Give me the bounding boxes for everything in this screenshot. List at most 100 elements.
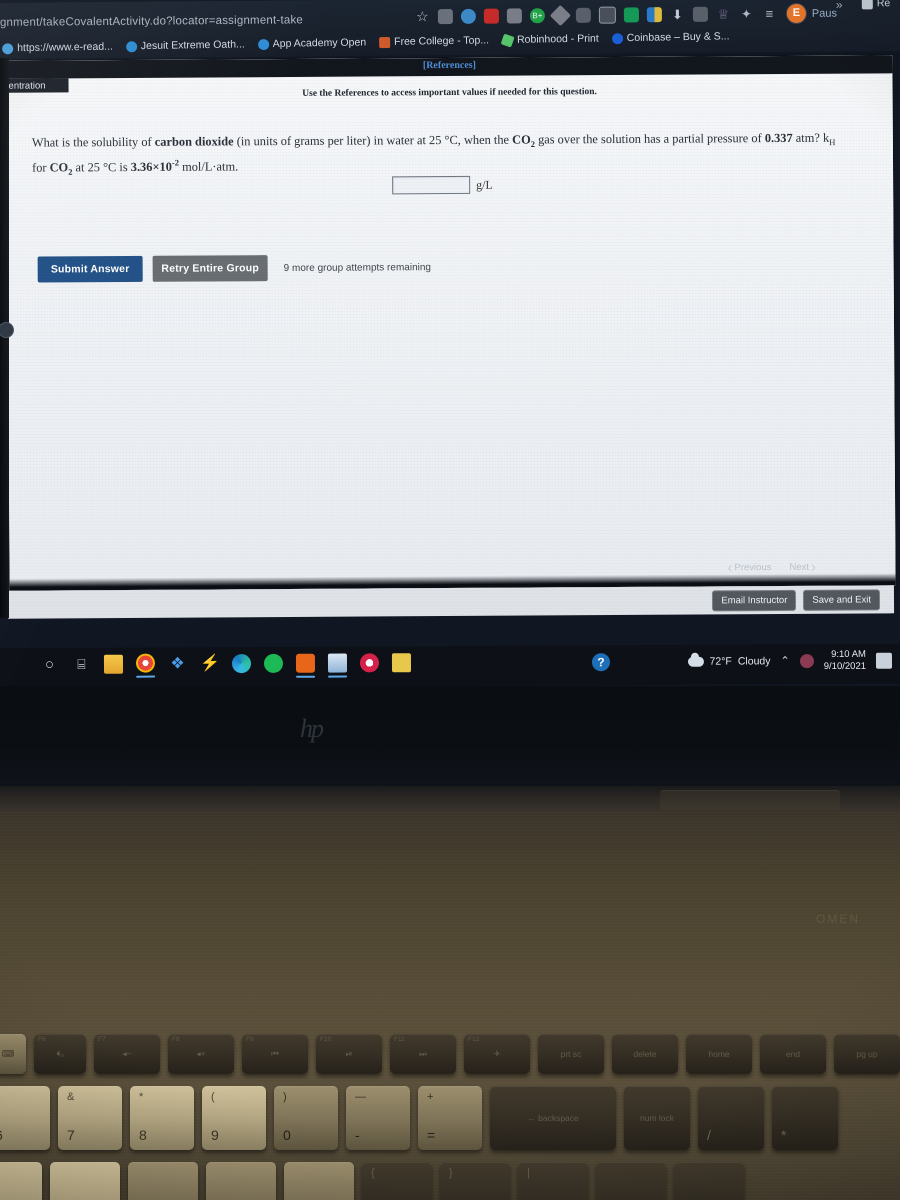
key-[interactable]: {[ bbox=[362, 1162, 432, 1200]
key-backspace[interactable]: ← backspace bbox=[490, 1086, 616, 1150]
key-[interactable]: F11 ⏭ bbox=[390, 1034, 456, 1074]
brave-browser-icon[interactable] bbox=[295, 653, 316, 678]
key-[interactable]: ⌨ bbox=[0, 1034, 26, 1074]
key-[interactable]: F12 ✈ bbox=[464, 1034, 530, 1074]
key-[interactable]: }] bbox=[440, 1162, 510, 1200]
notifications-icon[interactable] bbox=[875, 652, 893, 669]
grammarly-icon[interactable]: B+ bbox=[529, 8, 545, 24]
previous-question-link[interactable]: ‹ Previous bbox=[727, 559, 771, 576]
chrome-icon[interactable] bbox=[135, 653, 156, 678]
save-and-exit-button[interactable]: Save and Exit bbox=[803, 589, 881, 611]
retry-entire-group-button[interactable]: Retry Entire Group bbox=[152, 255, 268, 282]
weather-widget[interactable]: 72°F Cloudy bbox=[687, 655, 771, 668]
extensions-puzzle-icon[interactable]: ✦ bbox=[739, 6, 754, 21]
show-hidden-icons-chevron-icon[interactable]: ⌃ bbox=[780, 655, 789, 668]
next-question-link[interactable]: Next › bbox=[789, 559, 816, 576]
avatar[interactable]: E bbox=[785, 2, 807, 25]
key-i[interactable]: I bbox=[128, 1162, 198, 1200]
profile-chip[interactable]: E Paus bbox=[785, 2, 837, 25]
cloud-icon bbox=[687, 656, 704, 667]
key-8[interactable]: * 8 bbox=[130, 1086, 194, 1150]
bookmark-app-academy-open[interactable]: App Academy Open bbox=[257, 36, 366, 50]
key-label: num lock bbox=[639, 1113, 674, 1123]
key-[interactable]: F9 ⏮ bbox=[242, 1034, 308, 1074]
lock-app-icon[interactable] bbox=[391, 653, 412, 673]
extension-grey2-icon[interactable] bbox=[692, 6, 708, 22]
answer-input[interactable] bbox=[392, 175, 471, 195]
extension-blue-yellow-icon[interactable] bbox=[646, 7, 662, 23]
bookmark-star-icon[interactable]: ☆ bbox=[415, 8, 430, 24]
taskbar-icon-group: ○ ⌸ ❖ ⚡ bbox=[40, 653, 412, 678]
bolt-app-icon[interactable]: ⚡ bbox=[200, 654, 220, 673]
key-[interactable]: F6 ⏴₀ bbox=[34, 1034, 86, 1074]
help-icon[interactable]: ? bbox=[591, 653, 611, 672]
cortana-search-icon[interactable]: ○ bbox=[40, 655, 59, 674]
question-line2-co2: CO2 bbox=[50, 160, 73, 176]
bookmark-free-college[interactable]: Free College - Top... bbox=[379, 34, 489, 48]
key-home[interactable]: home bbox=[686, 1034, 752, 1074]
submit-answer-button[interactable]: Submit Answer bbox=[37, 255, 143, 283]
key-label: 9 bbox=[211, 1127, 219, 1143]
key-[interactable]: * bbox=[772, 1086, 838, 1150]
key-[interactable]: F8 ◂+ bbox=[168, 1034, 234, 1074]
picture-in-picture-icon[interactable] bbox=[598, 6, 616, 24]
key-pg-up[interactable]: pg up bbox=[834, 1034, 900, 1074]
key-[interactable]: F7 ◂− bbox=[94, 1034, 160, 1074]
key-7[interactable]: 7home bbox=[596, 1162, 666, 1200]
microsoft-edge-icon[interactable] bbox=[231, 654, 252, 674]
key-[interactable]: / bbox=[698, 1086, 764, 1150]
key-delete[interactable]: delete bbox=[612, 1034, 678, 1074]
key-u[interactable]: U bbox=[50, 1162, 120, 1200]
key-label: pg up bbox=[856, 1049, 878, 1059]
key-y[interactable]: Y bbox=[0, 1162, 42, 1200]
key-o[interactable]: O bbox=[206, 1162, 276, 1200]
question-line2-part-2: at 25 °C is bbox=[72, 160, 131, 175]
bookmark-e-read[interactable]: https://www.e-read... bbox=[2, 41, 113, 55]
clock-time: 9:10 AM bbox=[831, 648, 866, 661]
key-9[interactable]: (9 bbox=[202, 1086, 266, 1150]
extension-diamond-icon[interactable] bbox=[549, 4, 572, 27]
honey-icon[interactable]: ♕ bbox=[716, 7, 731, 22]
bookmark-robinhood-print[interactable]: Robinhood - Print bbox=[500, 33, 599, 48]
key-[interactable]: + = bbox=[418, 1086, 482, 1150]
system-tray: 72°F Cloudy ⌃ 9:10 AM 9/10/2021 bbox=[687, 649, 893, 674]
key-8[interactable]: 8↑ bbox=[674, 1162, 744, 1200]
tray-status-icon[interactable] bbox=[799, 653, 814, 669]
address-bar-url[interactable]: gnment/takeCovalentActivity.do?locator=a… bbox=[0, 14, 303, 29]
extension-grey-icon[interactable] bbox=[506, 8, 522, 24]
key-label: ⌨ bbox=[1, 1048, 15, 1059]
key-[interactable]: F10 ⏯ bbox=[316, 1034, 382, 1074]
bookmark-jesuit-extreme-oath[interactable]: Jesuit Extreme Oath... bbox=[125, 38, 245, 52]
spotify-icon[interactable] bbox=[263, 653, 284, 673]
key-0[interactable]: ) 0 bbox=[274, 1086, 338, 1150]
key-[interactable]: |\ bbox=[518, 1162, 588, 1200]
key-6[interactable]: ^6 bbox=[0, 1086, 50, 1150]
key-alt-label: + bbox=[427, 1091, 434, 1103]
key-prt-sc[interactable]: prt sc bbox=[538, 1034, 604, 1074]
clock[interactable]: 9:10 AM 9/10/2021 bbox=[824, 649, 866, 673]
key-[interactable]: — - bbox=[346, 1086, 410, 1150]
bookmarks-overflow-icon[interactable]: » bbox=[836, 0, 843, 12]
opera-icon[interactable] bbox=[359, 653, 380, 673]
bookmark-coinbase[interactable]: Coinbase – Buy & S... bbox=[611, 30, 730, 44]
key-num-lock[interactable]: num lock bbox=[624, 1086, 690, 1150]
key-end[interactable]: end bbox=[760, 1034, 826, 1074]
reading-list-icon[interactable]: ≡ bbox=[762, 6, 777, 21]
file-explorer-icon[interactable] bbox=[103, 654, 124, 674]
adobe-acrobat-icon[interactable] bbox=[483, 8, 499, 24]
bookmark-reading-list[interactable]: Re bbox=[861, 0, 890, 9]
extension-blue-icon[interactable] bbox=[460, 8, 476, 24]
kh-symbol: H bbox=[829, 131, 835, 147]
task-view-icon[interactable]: ⌸ bbox=[72, 655, 91, 674]
key-p[interactable]: P bbox=[284, 1162, 354, 1200]
download-icon[interactable]: ⬇ bbox=[670, 7, 685, 22]
key-label: ⏮ bbox=[271, 1048, 279, 1059]
extension-notes-icon[interactable] bbox=[437, 8, 453, 25]
mail-icon[interactable] bbox=[327, 653, 348, 678]
keyboard-number-row: ^6&7*8(9)0—-+=← backspace num lock /* bbox=[0, 1086, 838, 1150]
dropbox-icon[interactable]: ❖ bbox=[168, 654, 187, 673]
email-instructor-button[interactable]: Email Instructor bbox=[712, 589, 797, 612]
key-7[interactable]: & 7 bbox=[58, 1086, 122, 1150]
extension-green-icon[interactable] bbox=[623, 7, 639, 23]
discord-icon[interactable] bbox=[575, 7, 591, 23]
